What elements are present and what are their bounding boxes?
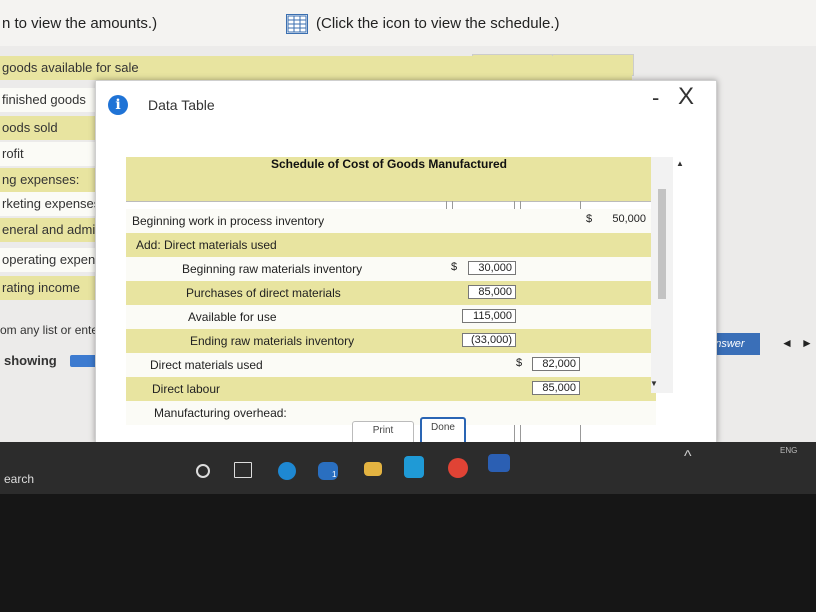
row-value: (33,000) (462, 333, 516, 347)
language-indicator[interactable]: ENG (780, 446, 797, 455)
row-label: Direct materials used (150, 358, 263, 372)
bg-row: rating income (0, 276, 102, 300)
dialog-title: Data Table (148, 97, 215, 113)
mail-icon[interactable]: 1 (318, 462, 338, 480)
bg-row: rofit (0, 142, 102, 166)
bg-row: finished goods (0, 88, 102, 112)
bg-row: operating expenses (0, 248, 102, 272)
edge-icon[interactable] (278, 462, 296, 480)
dollar-sign: $ (586, 213, 593, 225)
table-row: Ending raw materials inventory (33,000) (126, 329, 656, 353)
data-table-dialog: i Data Table - X Schedule of Cost of Goo… (95, 80, 717, 442)
close-button[interactable]: X (678, 83, 694, 111)
row-value: 85,000 (532, 381, 580, 395)
row-value: 30,000 (468, 261, 516, 275)
minimize-button[interactable]: - (652, 85, 659, 111)
schedule-title: Schedule of Cost of Goods Manufactured (271, 157, 508, 171)
row-label: Add: Direct materials used (136, 238, 277, 252)
info-icon: i (108, 95, 128, 115)
table-row: Direct labour 85,000 (126, 377, 656, 401)
table-row: Available for use 115,000 (126, 305, 656, 329)
schedule-table: Schedule of Cost of Goods Manufactured B… (126, 157, 656, 442)
row-value: 115,000 (462, 309, 516, 323)
bg-row: oods sold (0, 116, 102, 140)
notification-badge: 1 (332, 470, 337, 479)
dollar-sign: $ (451, 261, 458, 273)
view-schedule-text: (Click the icon to view the schedule.) (316, 15, 560, 32)
table-row: Add: Direct materials used (126, 233, 656, 257)
bg-row: rketing expenses (0, 192, 102, 216)
scrollbar-thumb[interactable] (658, 189, 666, 299)
prev-arrow-icon[interactable]: ◄ (781, 336, 793, 350)
bg-row: goods available for sale (0, 56, 632, 80)
next-arrow-icon[interactable]: ► (801, 336, 813, 350)
table-row: Beginning raw materials inventory $ 30,0… (126, 257, 656, 281)
row-label: Available for use (188, 310, 277, 324)
row-label: Manufacturing overhead: (154, 406, 287, 420)
row-label: Direct labour (152, 382, 221, 396)
dollar-sign: $ (516, 357, 523, 369)
instructions-bar: n to view the amounts.) (Click the icon … (0, 0, 816, 46)
bg-row: eneral and administ (0, 218, 102, 242)
print-button[interactable]: Print (352, 421, 414, 442)
row-label: Beginning raw materials inventory (182, 262, 363, 276)
bg-row: ng expenses: (0, 168, 102, 192)
view-amounts-text: n to view the amounts.) (2, 15, 158, 32)
chevron-up-icon[interactable]: ^ (684, 448, 692, 466)
task-view-icon[interactable] (234, 462, 252, 478)
table-row: Beginning work in process inventory $ 50… (126, 209, 656, 233)
store-icon[interactable] (404, 456, 424, 478)
chrome-icon[interactable] (448, 458, 468, 478)
taskbar-search[interactable]: earch (4, 472, 34, 486)
row-label: Beginning work in process inventory (132, 214, 325, 228)
showing-label: showing (4, 353, 57, 368)
schedule-header: Schedule of Cost of Goods Manufactured (126, 157, 656, 202)
row-value: 50,000 (612, 213, 646, 225)
done-button[interactable]: Done (420, 417, 466, 442)
schedule-grid-icon[interactable] (286, 14, 308, 34)
file-explorer-icon[interactable] (364, 462, 382, 476)
cortana-icon[interactable] (196, 464, 210, 478)
scroll-up-icon[interactable]: ▲ (676, 159, 684, 168)
row-label: Ending raw materials inventory (190, 334, 355, 348)
table-row: Purchases of direct materials 85,000 (126, 281, 656, 305)
windows-taskbar: earch 1 ^ ENG (0, 442, 816, 494)
word-icon[interactable] (488, 454, 510, 472)
row-label: Purchases of direct materials (186, 286, 341, 300)
row-value: 82,000 (532, 357, 580, 371)
row-value: 85,000 (468, 285, 516, 299)
browser-screen: n to view the amounts.) (Click the icon … (0, 0, 816, 442)
table-row: Direct materials used $ 82,000 (126, 353, 656, 377)
scroll-down-icon[interactable]: ▼ (650, 379, 658, 388)
